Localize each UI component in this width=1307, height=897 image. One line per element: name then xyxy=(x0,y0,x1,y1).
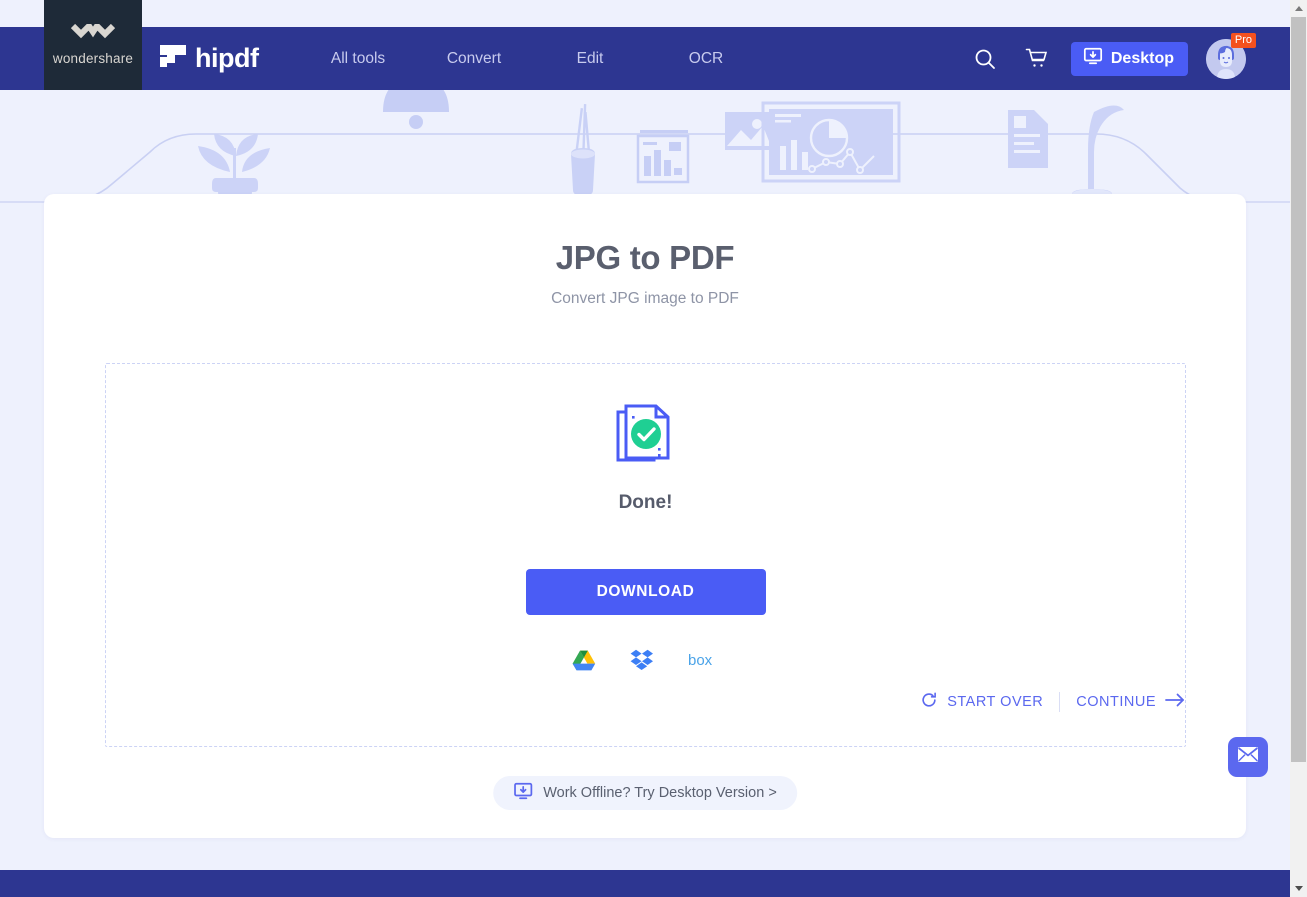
page-root: wondershare hipdf All tools Convert Edit… xyxy=(0,0,1307,897)
start-over-label: START OVER xyxy=(947,694,1044,710)
main-nav: All tools Convert Edit OCR xyxy=(300,27,764,90)
continue-label: CONTINUE xyxy=(1076,694,1156,710)
page-subtitle: Convert JPG image to PDF xyxy=(551,290,739,307)
scroll-up-button[interactable] xyxy=(1290,0,1307,17)
refresh-icon xyxy=(920,691,938,713)
actions-divider xyxy=(1059,692,1061,712)
wondershare-logo-block[interactable]: wondershare xyxy=(44,0,142,90)
pro-badge: Pro xyxy=(1230,32,1256,48)
email-support-widget[interactable] xyxy=(1228,737,1268,777)
arrow-right-icon xyxy=(1165,692,1185,712)
envelope-icon xyxy=(1237,746,1259,768)
continue-button[interactable]: CONTINUE xyxy=(1076,692,1185,712)
scroll-down-button[interactable] xyxy=(1290,880,1307,897)
hipdf-logo-icon xyxy=(160,43,186,75)
user-avatar[interactable]: Pro xyxy=(1206,32,1256,79)
offline-desktop-cta[interactable]: Work Offline? Try Desktop Version > xyxy=(493,776,797,810)
download-button[interactable]: DOWNLOAD xyxy=(525,569,766,615)
wondershare-label: wondershare xyxy=(52,51,134,66)
google-drive-icon[interactable] xyxy=(572,648,596,672)
svg-text:box: box xyxy=(688,652,713,669)
cloud-save-options: box xyxy=(106,648,1185,672)
scrollbar-thumb[interactable] xyxy=(1291,17,1306,762)
desktop-download-small-icon xyxy=(513,781,533,806)
nav-item-ocr[interactable]: OCR xyxy=(648,50,764,68)
site-footer xyxy=(0,870,1290,897)
monitor-download-icon xyxy=(1083,46,1103,71)
box-icon[interactable]: box xyxy=(688,648,720,672)
wondershare-mark-icon xyxy=(70,21,116,45)
desktop-download-button[interactable]: Desktop xyxy=(1070,41,1188,76)
nav-item-edit[interactable]: Edit xyxy=(532,50,648,68)
search-icon[interactable] xyxy=(959,27,1011,90)
brand-name: hipdf xyxy=(195,43,259,73)
offline-cta-label: Work Offline? Try Desktop Version > xyxy=(543,785,777,801)
result-dropzone[interactable]: Done! DOWNLOAD box START OVER CONTINUE xyxy=(105,363,1186,747)
page-title: JPG to PDF xyxy=(555,239,735,276)
dropbox-icon[interactable] xyxy=(630,648,654,672)
nav-item-convert[interactable]: Convert xyxy=(416,50,532,68)
page-scrollbar[interactable] xyxy=(1290,0,1307,897)
nav-item-all-tools[interactable]: All tools xyxy=(300,50,416,68)
desktop-button-label: Desktop xyxy=(1110,49,1174,67)
status-text: Done! xyxy=(618,492,673,513)
hipdf-brand[interactable]: hipdf xyxy=(160,27,259,90)
header-actions: Desktop Pro xyxy=(959,27,1256,90)
start-over-button[interactable]: START OVER xyxy=(920,691,1043,713)
done-document-icon xyxy=(615,403,677,472)
result-actions: START OVER CONTINUE xyxy=(920,691,1185,713)
browser-viewport: wondershare hipdf All tools Convert Edit… xyxy=(0,0,1290,897)
cart-icon[interactable] xyxy=(1011,27,1063,90)
tool-card: JPG to PDF Convert JPG image to PDF Done… xyxy=(44,194,1246,838)
